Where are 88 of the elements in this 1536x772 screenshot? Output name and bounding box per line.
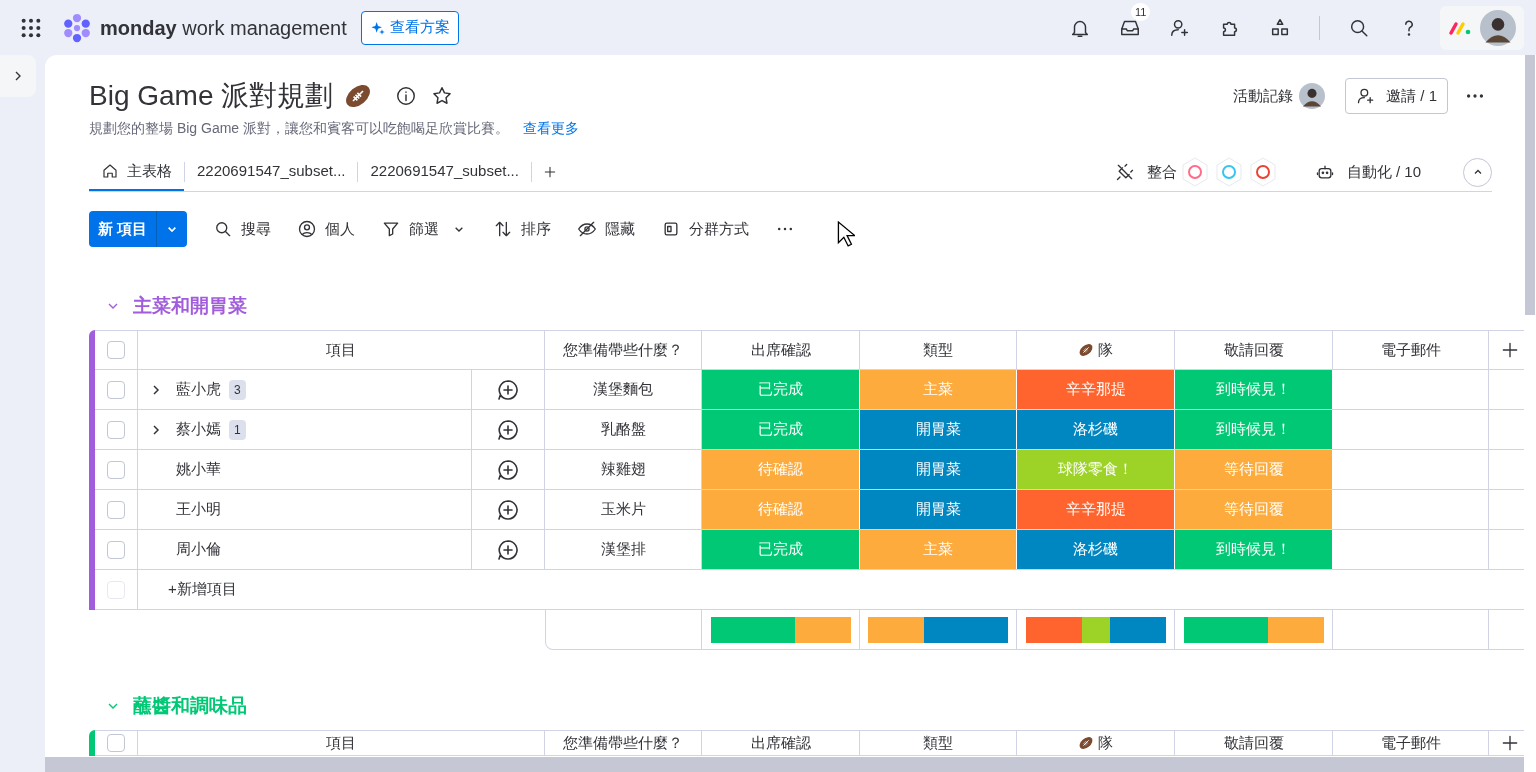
status-label[interactable]: 洛杉磯 (1017, 410, 1175, 449)
table-cell-text: 乳酪盤 (600, 419, 646, 440)
view-tab[interactable]: 主表格 (89, 153, 184, 191)
item-name[interactable]: 姚小華 (176, 458, 221, 481)
integrate-label[interactable]: 整合 (1146, 160, 1177, 184)
column-header[interactable]: 項目 (326, 731, 356, 755)
row-checkbox[interactable] (107, 460, 125, 479)
star-icon (431, 85, 454, 107)
board-title[interactable]: Big Game 派對規劃 (89, 75, 334, 117)
item-name[interactable]: 王小明 (176, 498, 221, 521)
status-summary-bar[interactable] (710, 616, 851, 643)
add-update-icon (496, 377, 520, 402)
view-tab[interactable]: 2220691547_subset... (185, 153, 358, 191)
status-label[interactable]: 開胃菜 (860, 410, 1017, 449)
group-color-bar (89, 730, 95, 756)
home-icon (101, 162, 119, 180)
column-header[interactable]: 隊 (1098, 731, 1113, 755)
row-checkbox[interactable] (107, 380, 125, 399)
status-summary-bar[interactable] (1183, 616, 1324, 643)
select-all-checkbox[interactable] (107, 341, 125, 359)
column-header[interactable]: 您準備帶些什麼？ (563, 338, 683, 362)
add-update-icon (496, 497, 520, 522)
status-summary-bar[interactable] (868, 616, 1008, 643)
info-icon (395, 85, 418, 107)
column-header[interactable]: 出席確認 (750, 731, 811, 755)
notification-badge: 11 (1131, 2, 1151, 21)
activity-log-label[interactable]: 活動記錄 (1233, 84, 1294, 108)
automations-label[interactable]: 自動化 / 10 (1346, 160, 1421, 184)
row-checkbox[interactable] (107, 540, 125, 559)
add-update-icon (496, 417, 520, 442)
column-header[interactable]: 敬請回覆 (1223, 731, 1284, 755)
group-title[interactable]: 主菜和開胃菜 (133, 291, 247, 321)
new-item-button[interactable]: 新 項目 (89, 211, 188, 247)
invite-button[interactable]: 邀請 / 1 (1345, 78, 1448, 114)
apps-grid-icon[interactable] (20, 16, 42, 39)
column-header[interactable]: 項目 (326, 338, 356, 362)
status-label[interactable]: 開胃菜 (860, 450, 1017, 489)
add-item-input[interactable]: +新增項目 (168, 578, 237, 601)
toolbar-button[interactable]: 篩選 (381, 217, 468, 241)
item-name[interactable]: 蔡小嫣 (176, 418, 221, 441)
toolbar-button[interactable]: 搜尋 (213, 217, 272, 241)
add-update-icon (496, 537, 520, 562)
select-all-checkbox[interactable] (107, 734, 125, 752)
item-name[interactable]: 藍小虎 (176, 378, 221, 401)
football-icon (1078, 342, 1094, 358)
pointer-icon (837, 221, 856, 247)
row-checkbox[interactable] (107, 420, 125, 439)
new-row-checkbox[interactable] (107, 580, 125, 599)
unplug-icon (1114, 162, 1135, 182)
status-label[interactable]: 開胃菜 (860, 490, 1017, 529)
sparkle-icon (369, 19, 386, 36)
person-icon (297, 219, 318, 239)
toolbar-button[interactable]: 分群方式 (661, 217, 750, 241)
avatar-icon (1480, 9, 1516, 46)
avatar-icon (1299, 83, 1326, 109)
subitem-count: 1 (229, 419, 246, 440)
logo-icon (62, 12, 92, 43)
vertical-scrollbar[interactable] (1524, 55, 1536, 772)
status-summary-bar[interactable] (1025, 616, 1166, 643)
add-update-icon (496, 457, 520, 482)
subitem-count: 3 (229, 379, 246, 400)
column-header[interactable]: 隊 (1098, 338, 1113, 362)
football-icon (1078, 735, 1094, 751)
toolbar-button[interactable]: 排序 (493, 217, 552, 241)
column-header[interactable]: 類型 (923, 338, 953, 362)
table-cell-text: 辣雞翅 (600, 459, 646, 480)
column-header[interactable]: 電子郵件 (1380, 338, 1441, 362)
row-checkbox[interactable] (107, 500, 125, 519)
brand-mark-icon (1448, 19, 1472, 36)
status-label[interactable]: 洛杉磯 (1017, 530, 1175, 569)
see-plans-button[interactable]: 查看方案 (360, 10, 459, 45)
column-header[interactable]: 類型 (923, 731, 953, 755)
column-header[interactable]: 電子郵件 (1380, 731, 1441, 755)
table-cell-text: 漢堡麵包 (593, 379, 653, 400)
toolbar-button[interactable]: 個人 (297, 217, 356, 241)
column-header[interactable]: 您準備帶些什麼？ (563, 731, 683, 755)
item-name[interactable]: 周小倫 (176, 538, 221, 561)
column-header[interactable]: 敬請回覆 (1223, 338, 1284, 362)
toolbar-button[interactable]: 隱藏 (577, 217, 636, 241)
column-header[interactable]: 出席確認 (750, 338, 811, 362)
table-cell-text: 玉米片 (600, 499, 646, 520)
horizontal-scrollbar[interactable] (45, 757, 1524, 772)
product-name: monday work management (100, 15, 347, 41)
board-description: 規劃您的整場 Big Game 派對，讓您和賓客可以吃飽喝足欣賞比賽。 (89, 119, 510, 138)
view-tab[interactable]: 2220691547_subset... (358, 153, 531, 191)
table-cell-text: 漢堡排 (600, 539, 646, 560)
see-more-link[interactable]: 查看更多 (523, 118, 580, 139)
eye-icon (577, 219, 598, 239)
